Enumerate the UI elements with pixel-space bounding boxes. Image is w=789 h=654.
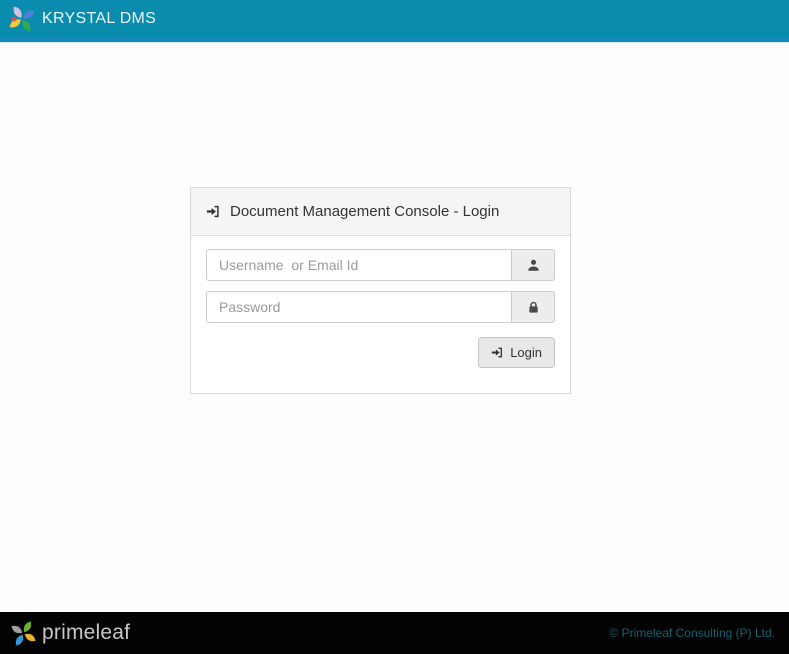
sign-in-icon xyxy=(206,204,221,219)
login-panel-body: Login xyxy=(191,236,570,393)
krystal-logo-icon xyxy=(8,5,36,33)
password-input[interactable] xyxy=(206,291,511,323)
lock-icon xyxy=(526,300,541,315)
footer-copyright: © Primeleaf Consulting (P) Ltd. xyxy=(609,626,775,640)
footer-brand: primeleaf xyxy=(10,620,130,647)
login-panel: Document Management Console - Login xyxy=(190,187,571,394)
main-content: Document Management Console - Login xyxy=(0,42,789,612)
user-icon xyxy=(526,258,541,273)
sign-in-icon xyxy=(491,346,504,359)
username-addon xyxy=(511,249,555,281)
login-panel-title: Document Management Console - Login xyxy=(230,203,499,220)
login-button-label: Login xyxy=(510,345,542,360)
login-button-row: Login xyxy=(206,337,555,368)
password-input-group xyxy=(206,291,555,323)
username-input-group xyxy=(206,249,555,281)
login-button[interactable]: Login xyxy=(478,337,555,368)
primeleaf-logo-icon xyxy=(10,620,37,647)
username-input[interactable] xyxy=(206,249,511,281)
login-panel-heading: Document Management Console - Login xyxy=(191,188,570,236)
password-addon xyxy=(511,291,555,323)
page-footer: primeleaf © Primeleaf Consulting (P) Ltd… xyxy=(0,612,789,654)
app-brand-title: KRYSTAL DMS xyxy=(42,10,156,28)
top-navbar: KRYSTAL DMS xyxy=(0,0,789,42)
footer-brand-label: primeleaf xyxy=(42,621,130,645)
